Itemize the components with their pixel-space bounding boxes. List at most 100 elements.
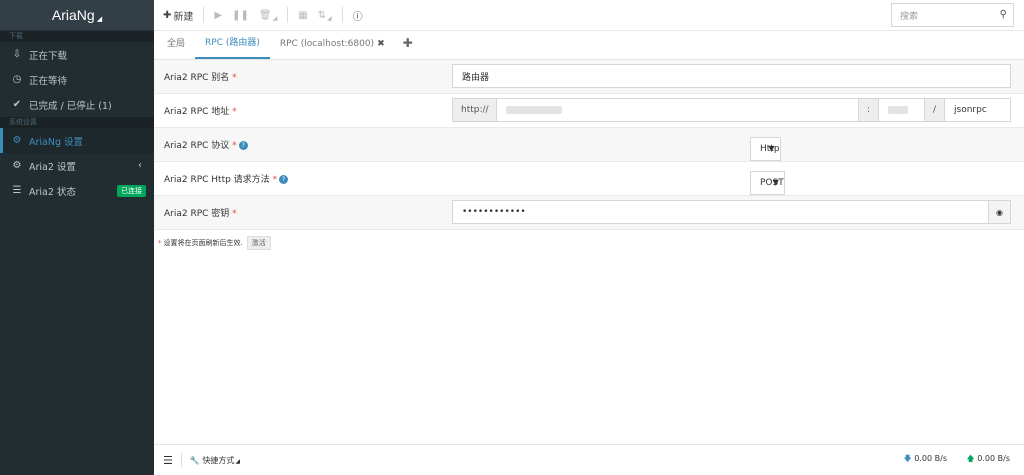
eye-icon[interactable]: ◉ (989, 200, 1011, 224)
sidebar-item-ariang-settings[interactable]: ⚙ AriaNg 设置 (0, 128, 154, 153)
setting-row-secret: Aria2 RPC 密钥 * •••••••••••• ◉ (154, 196, 1024, 230)
sidebar-item-downloading[interactable]: ⇩ 正在下载 (0, 42, 154, 67)
setting-row-http-method: Aria2 RPC Http 请求方法 *? POST ▼ (154, 162, 1024, 196)
sidebar-item-label: 已完成 / 已停止 (1) (29, 100, 112, 112)
new-task-label: 新建 (173, 11, 194, 23)
toolbar-divider (203, 7, 205, 23)
status-badge: 已连接 (117, 184, 146, 197)
close-icon[interactable]: ✖ (377, 31, 385, 58)
sidebar-item-stopped[interactable]: ✔ 已完成 / 已停止 (1) (0, 92, 154, 117)
caret-down-icon: ▼ (772, 177, 779, 187)
note-text: 设置将在页面刷新后生效. (163, 239, 243, 247)
tab-rpc-localhost[interactable]: RPC (localhost:6800) ✖ (270, 30, 395, 59)
play-icon: ▶ (214, 9, 223, 21)
menu-icon[interactable]: ☰ (163, 454, 173, 467)
section-header-settings: 系统设置 (0, 117, 154, 128)
rpc-address-group: http:// : / jsonrpc (452, 98, 1011, 122)
path-separator: / (925, 98, 945, 122)
grid-icon: ▦ (298, 9, 308, 21)
sort-button[interactable]: ⇅ ◢ (318, 9, 332, 22)
setting-row-alias: Aria2 RPC 别名 * 路由器 (154, 60, 1024, 94)
rpc-protocol-select[interactable]: Http ▼ (750, 136, 781, 161)
setting-label: Aria2 RPC 别名 * (154, 70, 452, 83)
required-mark: * (272, 175, 278, 185)
caret-down-icon: ◢ (327, 14, 332, 22)
required-mark: * (232, 107, 237, 117)
caret-down-icon: ◢ (235, 457, 241, 465)
setting-label: Aria2 RPC 协议 *? (154, 138, 452, 151)
download-circle-icon: ⇩ (12, 49, 22, 60)
rpc-settings-form: Aria2 RPC 别名 * 路由器 Aria2 RPC 地址 * http:/… (154, 60, 1024, 230)
question-circle-icon[interactable]: ? (279, 175, 289, 184)
section-header-downloads: 下载 (0, 31, 154, 42)
play-button[interactable]: ▶ (214, 10, 222, 21)
search-placeholder: 搜索 (900, 11, 919, 22)
port-separator: : (859, 98, 879, 122)
required-mark: * (158, 239, 162, 247)
gears-icon: ⚙ (12, 160, 22, 171)
caret-down-icon: ◢ (272, 14, 278, 22)
pause-button[interactable]: ❚❚ (232, 10, 249, 21)
sidebar-item-label: Aria2 设置 (29, 161, 76, 173)
selected-value: POST (750, 170, 785, 195)
check-circle-icon: ✔ (12, 99, 22, 110)
sort-icon: ⇅ (317, 9, 327, 21)
label-text: Aria2 RPC 密钥 (164, 209, 230, 219)
new-task-button[interactable]: ✚ 新建 (163, 8, 193, 23)
delete-button[interactable]: 🗑 ◢ (259, 9, 277, 22)
protocol-prefix: http:// (452, 98, 497, 122)
rpc-port-input[interactable] (879, 98, 925, 122)
arrow-up-icon: 🡅 (966, 454, 975, 463)
toolbar: ✚ 新建 ▶ ❚❚ 🗑 ◢ ▦ ⇅ ◢ ⓘ 搜索 ⚲ (154, 0, 1024, 31)
question-circle-icon: ⓘ (352, 11, 363, 23)
label-text: Aria2 RPC 地址 (164, 107, 230, 117)
download-speed: 🡇 0.00 B/s (904, 453, 948, 467)
clock-icon: ◷ (12, 74, 22, 85)
toolbar-divider (341, 7, 343, 23)
sidebar-item-label: 正在下载 (29, 50, 68, 62)
add-rpc-tab-button[interactable]: ✚ (395, 30, 421, 59)
sidebar: AriaNg ◢ 下载 ⇩ 正在下载 ◷ 正在等待 ✔ 已完成 / 已停止 (1)… (0, 0, 154, 475)
shortcut-label: 快捷方式 (202, 455, 235, 465)
setting-row-address: Aria2 RPC 地址 * http:// : / jsonrpc (154, 94, 1024, 128)
gear-icon: ⚙ (12, 135, 22, 146)
rpc-method-select[interactable]: POST ▼ (750, 170, 785, 195)
help-button[interactable]: ⓘ (353, 8, 363, 23)
setting-label: Aria2 RPC Http 请求方法 *? (154, 172, 452, 185)
shortcut-button[interactable]: 🔧 快捷方式◢ (190, 455, 240, 466)
server-icon: ☰ (12, 185, 22, 196)
settings-note: * 设置将在页面刷新后生效. 激活 (158, 236, 271, 250)
trash-icon: 🗑 (258, 9, 272, 21)
sidebar-item-aria2-settings[interactable]: ⚙ Aria2 设置 ‹ (0, 153, 154, 178)
footer-divider (180, 453, 182, 467)
redacted-port (888, 106, 908, 114)
settings-tabs: 全局 RPC (路由器) RPC (localhost:6800) ✖ ✚ (154, 31, 1024, 60)
rpc-alias-input[interactable]: 路由器 (452, 64, 1011, 88)
sidebar-item-aria2-status[interactable]: ☰ Aria2 状态 已连接 (0, 178, 154, 203)
tab-global[interactable]: 全局 (157, 30, 195, 59)
selected-value: Http (750, 136, 781, 161)
search-icon: ⚲ (999, 9, 1007, 20)
toolbar-divider (287, 7, 289, 23)
caret-down-icon: ◢ (96, 16, 103, 23)
required-mark: * (232, 141, 237, 151)
tab-rpc-router[interactable]: RPC (路由器) (195, 30, 270, 59)
rpc-host-input[interactable] (497, 98, 859, 122)
rpc-secret-input[interactable]: •••••••••••• (452, 200, 989, 224)
rpc-path-input[interactable]: jsonrpc (945, 98, 1011, 122)
arrow-down-icon: 🡇 (903, 454, 912, 463)
download-speed-value: 0.00 B/s (914, 454, 947, 463)
footer: ☰ 🔧 快捷方式◢ 🡇 0.00 B/s 🡅 0.00 B/s (154, 444, 1024, 475)
setting-row-protocol: Aria2 RPC 协议 *? Http ▼ (154, 128, 1024, 162)
label-text: Aria2 RPC 别名 (164, 73, 230, 83)
app-brand[interactable]: AriaNg ◢ (0, 0, 154, 31)
activate-button[interactable]: 激活 (246, 236, 271, 250)
label-text: Aria2 RPC Http 请求方法 (164, 175, 270, 185)
redacted-host (506, 106, 562, 114)
search-input[interactable]: 搜索 ⚲ (891, 3, 1014, 27)
sidebar-item-waiting[interactable]: ◷ 正在等待 (0, 67, 154, 92)
question-circle-icon[interactable]: ? (238, 141, 248, 150)
tab-label: RPC (localhost:6800) (279, 39, 375, 49)
select-all-button[interactable]: ▦ (298, 10, 307, 21)
rpc-secret-group: •••••••••••• ◉ (452, 200, 1011, 224)
